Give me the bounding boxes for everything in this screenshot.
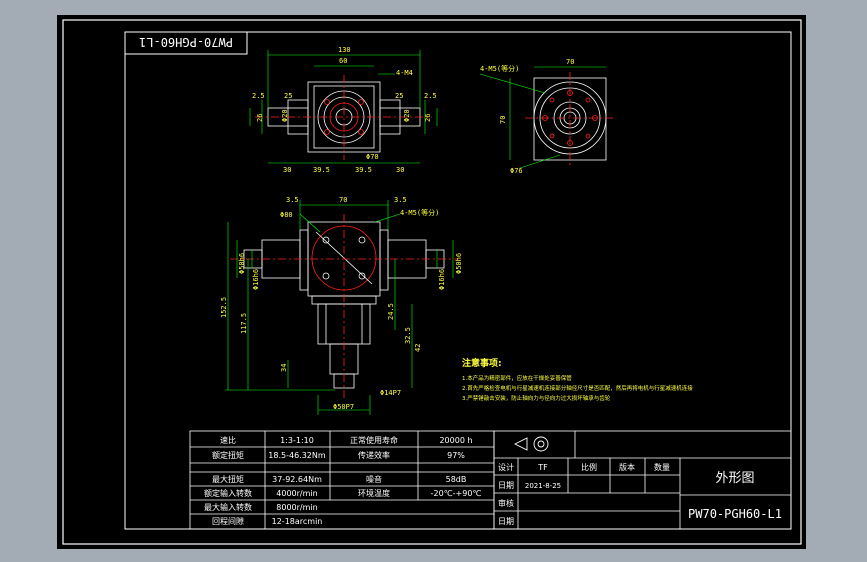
dim-24-5: 24.5	[387, 303, 395, 320]
spec-r4-c0: 最大输入转数	[204, 502, 252, 512]
dim-phi16-left: Φ16h6	[252, 269, 260, 290]
dim-70-top-right-view: 70	[566, 58, 574, 66]
tb-review-label: 审核	[498, 498, 514, 508]
spec-r3-c1: 4000r/min	[276, 489, 317, 498]
notes-title: 注意事项:	[462, 357, 502, 369]
dim-2-5-left: 2.5	[252, 92, 265, 100]
top-view-dims	[249, 50, 438, 164]
dim-26-left: 26	[256, 114, 264, 122]
cad-drawing: PW70-PGH60-L1 130 60 4-M4 2.5 25 25 2.5 …	[62, 19, 802, 545]
spec-r1-c0: 额定扭矩	[212, 450, 244, 460]
notes-line-2: 2.首先严格检查电机与行星减速机连接部分轴径尺寸是否匹配，然后再将电机与行星减速…	[462, 384, 693, 392]
dim-phi16-right: Φ16h6	[438, 269, 446, 290]
notes: 注意事项: 1.本产品为精密部件，应放在干燥处妥善保管 2.首先严格检查电机与行…	[462, 357, 693, 402]
front-view-dim-text: 3.5 70 3.5 Φ80 4-M5(等分) Φ50h6 Φ16h6 Φ50h…	[220, 196, 463, 411]
notes-line-3: 3.严禁锤敲击安装，防止轴向力与径向力过大损坏轴承与齿轮	[462, 394, 611, 402]
rotated-title: PW70-PGH60-L1	[139, 35, 233, 49]
dim-42: 42	[414, 344, 422, 352]
dim-26-right: 26	[424, 114, 432, 122]
spec-r5-c1: 12-18arcmin	[272, 517, 323, 526]
dim-phi76: Φ76	[510, 167, 523, 175]
dim-phi14: Φ14P7	[380, 389, 401, 397]
spec-r3-c0: 额定输入转数	[204, 488, 252, 498]
dim-4m4: 4-M4	[396, 69, 413, 77]
spec-r0-c3: 20000 h	[439, 436, 472, 445]
tb-header-scale: 比例	[581, 462, 597, 472]
spec-r2-c3: 58dB	[446, 475, 467, 484]
tb-header-designer: TF	[537, 463, 548, 472]
rotated-title-box: PW70-PGH60-L1	[124, 31, 248, 55]
dim-4m5-right-view: 4-M5(等分)	[480, 64, 519, 73]
tb-drawing-number: PW70-PGH60-L1	[688, 507, 782, 521]
dim-30-left: 30	[283, 166, 291, 174]
tb-header-quantity: 数量	[654, 462, 670, 472]
tb-date2-label: 日期	[498, 517, 514, 526]
dim-25-left: 25	[284, 92, 292, 100]
dim-34: 34	[280, 364, 288, 372]
spec-r4-c1: 8000r/min	[276, 503, 317, 512]
spec-r1-c3: 97%	[447, 451, 465, 460]
spec-r0-c1: 1:3-1:10	[280, 436, 314, 445]
dim-3-5-right: 3.5	[394, 196, 407, 204]
tb-drawing-name: 外形图	[715, 471, 754, 486]
dim-phi70-top: Φ70	[366, 153, 379, 161]
dim-70-front: 70	[339, 196, 347, 204]
spec-r0-c2: 正常使用寿命	[350, 435, 398, 445]
dim-39-5-right: 39.5	[355, 166, 372, 174]
spec-r0-c0: 速比	[220, 435, 236, 445]
spec-r2-c2: 噪音	[366, 474, 382, 484]
spec-r2-c1: 37-92.64Nm	[272, 475, 322, 484]
spec-r1-c1: 18.5-46.32Nm	[268, 451, 326, 460]
dim-4m5-front: 4-M5(等分)	[400, 208, 439, 217]
tb-date-value: 2021-8-25	[525, 482, 561, 490]
dim-phi50-bottom: Φ50P7	[333, 403, 354, 411]
dim-130: 130	[338, 46, 351, 54]
tb-header-version: 版本	[619, 462, 635, 472]
spec-r1-c2: 传递效率	[358, 450, 390, 460]
dim-phi50-right: Φ50h6	[455, 253, 463, 274]
dim-117-5: 117.5	[240, 313, 248, 334]
dim-phi50-left: Φ50h6	[238, 253, 246, 274]
dim-32-5: 32.5	[404, 327, 412, 344]
tb-date-label: 日期	[498, 481, 514, 490]
projection-symbol	[513, 436, 549, 452]
dim-70-left-right-view: 70	[499, 116, 507, 124]
spec-r3-c3: -20℃-+90℃	[431, 489, 482, 498]
dim-phi20-right: Φ20	[403, 109, 411, 122]
notes-line-1: 1.本产品为精密部件，应放在干燥处妥善保管	[462, 374, 572, 382]
spec-r5-c0: 回程间隙	[212, 516, 244, 526]
tb-header-design: 设计	[498, 462, 514, 472]
dim-phi20-left: Φ20	[281, 109, 289, 122]
front-view	[230, 214, 458, 400]
dim-30-right: 30	[396, 166, 404, 174]
spec-table: 速比 1:3-1:10 正常使用寿命 20000 h 额定扭矩 18.5-46.…	[204, 435, 481, 526]
title-block-text: 设计 TF 比例 版本 数量 日期 2021-8-25 审核 日期 外形图 PW…	[498, 462, 782, 526]
spec-r2-c0: 最大扭矩	[212, 474, 244, 484]
right-view	[525, 72, 615, 168]
dim-2-5-right: 2.5	[424, 92, 437, 100]
spec-r3-c2: 环境温度	[358, 488, 390, 498]
dim-25-right: 25	[395, 92, 403, 100]
dim-152-5: 152.5	[220, 297, 228, 318]
dim-3-5-left: 3.5	[286, 196, 299, 204]
dim-phi80: Φ80	[280, 211, 293, 219]
dim-60: 60	[339, 57, 347, 65]
dim-39-5-left: 39.5	[313, 166, 330, 174]
front-view-dims	[225, 200, 454, 415]
